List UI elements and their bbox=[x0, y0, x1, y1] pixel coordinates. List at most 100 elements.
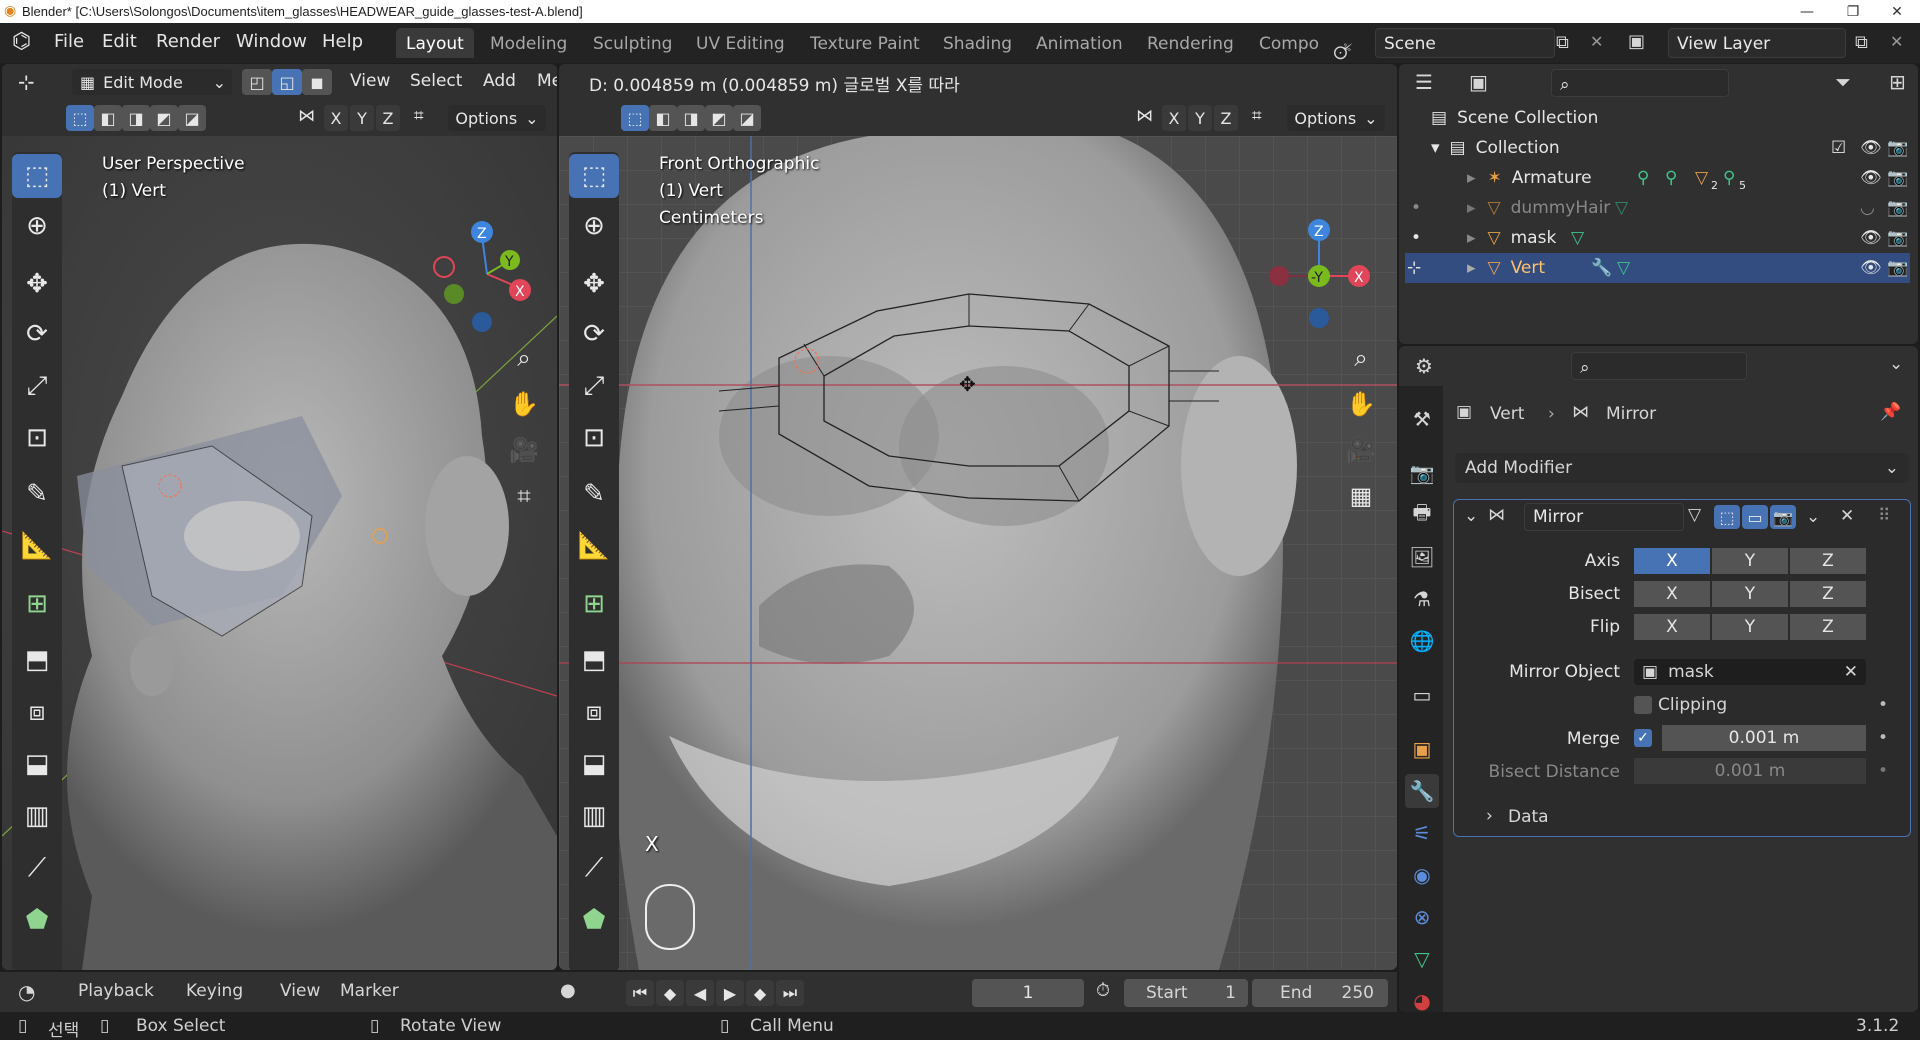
properties-search-input[interactable]: ⌕ bbox=[1571, 352, 1747, 380]
options-dropdown-right[interactable]: Options ⌄ bbox=[1287, 105, 1385, 131]
move-tool-icon[interactable]: ✥ bbox=[12, 262, 62, 306]
measure-tool-icon[interactable]: 📐 bbox=[569, 524, 619, 568]
transform-tool-icon[interactable]: ⊡ bbox=[569, 416, 619, 460]
mirror-x-button[interactable]: X bbox=[324, 105, 348, 131]
chevron-down-icon[interactable]: ⌄ bbox=[1889, 354, 1903, 374]
tab-rendering[interactable]: Rendering bbox=[1137, 28, 1244, 58]
select-intersect-button[interactable]: ◪ bbox=[733, 105, 761, 131]
merge-distance-field[interactable]: 0.001 m bbox=[1662, 725, 1866, 751]
select-intersect-button[interactable]: ◪ bbox=[178, 105, 206, 131]
clear-icon[interactable]: ✕ bbox=[1844, 662, 1858, 682]
tool-tab-icon[interactable]: ⚒ bbox=[1405, 402, 1439, 436]
flip-x-button[interactable]: X bbox=[1634, 614, 1710, 640]
expand-arrow-icon[interactable]: ▾ bbox=[1431, 138, 1440, 158]
knife-tool-icon[interactable]: ⟋ bbox=[12, 846, 62, 890]
camera-icon[interactable]: 🎥 bbox=[1343, 432, 1379, 468]
inset-tool-icon[interactable]: ⧈ bbox=[12, 690, 62, 734]
inset-tool-icon[interactable]: ⧈ bbox=[569, 690, 619, 734]
outliner-scene-collection[interactable]: ▤ Scene Collection bbox=[1405, 103, 1910, 133]
zoom-icon[interactable]: ⌕ bbox=[506, 340, 542, 376]
render-camera-icon[interactable]: 📷 bbox=[1887, 168, 1908, 188]
expand-arrow-icon[interactable]: ▸ bbox=[1467, 168, 1476, 188]
blender-menu-icon[interactable]: ⌬ bbox=[12, 29, 31, 54]
navigation-gizmo-left[interactable]: Z X Y bbox=[432, 214, 542, 334]
data-subpanel-label[interactable]: Data bbox=[1508, 807, 1549, 827]
auto-merge-icon[interactable]: ⌗ bbox=[1252, 106, 1262, 126]
extrude-tool-icon[interactable]: ⬒ bbox=[569, 638, 619, 682]
end-frame-field[interactable]: End 250 bbox=[1252, 979, 1388, 1007]
prev-keyframe-icon[interactable]: ◆ bbox=[656, 980, 684, 1006]
menu-edit[interactable]: Edit bbox=[102, 31, 137, 52]
add-cube-tool-icon[interactable]: ⊞ bbox=[12, 582, 62, 626]
display-mode-icon[interactable]: ▣ bbox=[1469, 70, 1488, 94]
tab-compositing[interactable]: Compo bbox=[1249, 28, 1329, 58]
mirror-options-icon[interactable]: ⋈ bbox=[1136, 106, 1153, 126]
menu-file[interactable]: File bbox=[54, 31, 84, 52]
cursor-tool-icon[interactable]: ⊕ bbox=[569, 204, 619, 248]
flip-z-button[interactable]: Z bbox=[1790, 614, 1866, 640]
close-icon[interactable]: ✕ bbox=[1840, 506, 1854, 526]
flip-y-button[interactable]: Y bbox=[1712, 614, 1788, 640]
remove-scene-icon[interactable]: ✕ bbox=[1590, 32, 1603, 51]
cursor-tool-icon[interactable]: ⊕ bbox=[12, 204, 62, 248]
outliner-item-vert[interactable]: ⊹ ▸ ▽ Vert 🔧 ▽ 👁 📷 bbox=[1405, 253, 1910, 283]
filter-icon[interactable]: ⏷ bbox=[1835, 70, 1851, 94]
menu-window[interactable]: Window bbox=[236, 31, 307, 52]
tab-shading[interactable]: Shading bbox=[933, 28, 1022, 58]
menu-help[interactable]: Help bbox=[322, 31, 363, 52]
maximize-button[interactable]: ❐ bbox=[1830, 0, 1876, 23]
visibility-eye-icon[interactable]: 👁 bbox=[1860, 138, 1882, 158]
pin-icon[interactable]: 📌 bbox=[1880, 402, 1901, 422]
play-icon[interactable]: ▶ bbox=[716, 980, 744, 1006]
outliner-item-mask[interactable]: • ▸ ▽ mask ▽ 👁 📷 bbox=[1405, 223, 1910, 253]
menu-select-left[interactable]: Select bbox=[410, 71, 462, 91]
modifier-name-field[interactable]: Mirror bbox=[1524, 503, 1684, 531]
face-select-button[interactable]: ◼ bbox=[302, 69, 332, 95]
measure-tool-icon[interactable]: 📐 bbox=[12, 524, 62, 568]
physics-tab-icon[interactable]: ◉ bbox=[1405, 858, 1439, 892]
navigation-gizmo-right[interactable]: Z X -Y bbox=[1259, 214, 1389, 334]
annotate-tool-icon[interactable]: ✎ bbox=[569, 472, 619, 516]
auto-merge-icon[interactable]: ⌗ bbox=[414, 106, 424, 126]
mirror-z-button[interactable]: Z bbox=[1214, 105, 1238, 131]
remove-view-layer-icon[interactable]: ✕ bbox=[1890, 32, 1903, 51]
stopwatch-icon[interactable]: ⏱ bbox=[1096, 980, 1110, 1001]
editor-type-icon[interactable]: ◔ bbox=[18, 980, 35, 1004]
tab-modeling[interactable]: Modeling bbox=[480, 28, 577, 58]
mirror-z-button[interactable]: Z bbox=[376, 105, 400, 131]
new-collection-icon[interactable]: ⊞ bbox=[1889, 70, 1906, 94]
menu-view-left[interactable]: View bbox=[350, 71, 390, 91]
select-invert-button[interactable]: ◩ bbox=[705, 105, 733, 131]
knife-tool-icon[interactable]: ⟋ bbox=[569, 846, 619, 890]
collection-tab-icon[interactable]: ▭ bbox=[1405, 678, 1439, 712]
drag-handle-icon[interactable]: ⠿ bbox=[1878, 506, 1890, 526]
pan-hand-icon[interactable]: ✋ bbox=[1343, 386, 1379, 422]
expand-arrow-icon[interactable]: › bbox=[1486, 806, 1493, 826]
extrude-tool-icon[interactable]: ⬒ bbox=[12, 638, 62, 682]
axis-z-button[interactable]: Z bbox=[1790, 548, 1866, 574]
perspective-toggle-icon[interactable]: ⌗ bbox=[506, 478, 542, 514]
mirror-y-button[interactable]: Y bbox=[350, 105, 374, 131]
viewport-toggle-icon[interactable]: ▭ bbox=[1742, 505, 1768, 529]
bisect-x-button[interactable]: X bbox=[1634, 581, 1710, 607]
constraints-tab-icon[interactable]: ⊗ bbox=[1405, 900, 1439, 934]
jump-end-icon[interactable]: ⏭ bbox=[776, 980, 804, 1006]
scene-name-field[interactable]: Scene bbox=[1375, 28, 1555, 58]
poly-build-tool-icon[interactable]: ⬟ bbox=[569, 898, 619, 942]
start-frame-field[interactable]: Start 1 bbox=[1124, 979, 1248, 1007]
editor-type-icon[interactable]: ☰ bbox=[1415, 70, 1433, 94]
menu-view-timeline[interactable]: View bbox=[280, 981, 320, 1001]
rotate-tool-icon[interactable]: ⟳ bbox=[12, 312, 62, 356]
axis-x-button[interactable]: X bbox=[1634, 548, 1710, 574]
data-tab-icon[interactable]: ▽ bbox=[1405, 942, 1439, 976]
grid-toggle-icon[interactable]: ▦ bbox=[1343, 478, 1379, 514]
select-extend-button[interactable]: ◧ bbox=[649, 105, 677, 131]
object-tab-icon[interactable]: ▣ bbox=[1405, 732, 1439, 766]
hidden-eye-icon[interactable]: ◡ bbox=[1860, 198, 1875, 218]
outliner-item-armature[interactable]: ▸ ✶ Armature ⚲ ⚲ ▽ 2 ⚲ 5 👁 📷 bbox=[1405, 163, 1910, 193]
rotate-tool-icon[interactable]: ⟳ bbox=[569, 312, 619, 356]
select-new-button[interactable]: ⬚ bbox=[621, 105, 649, 131]
render-toggle-icon[interactable]: 📷 bbox=[1770, 505, 1796, 529]
edge-select-button[interactable]: ◱ bbox=[272, 69, 302, 95]
add-modifier-button[interactable]: Add Modifier ⌄ bbox=[1455, 453, 1909, 483]
